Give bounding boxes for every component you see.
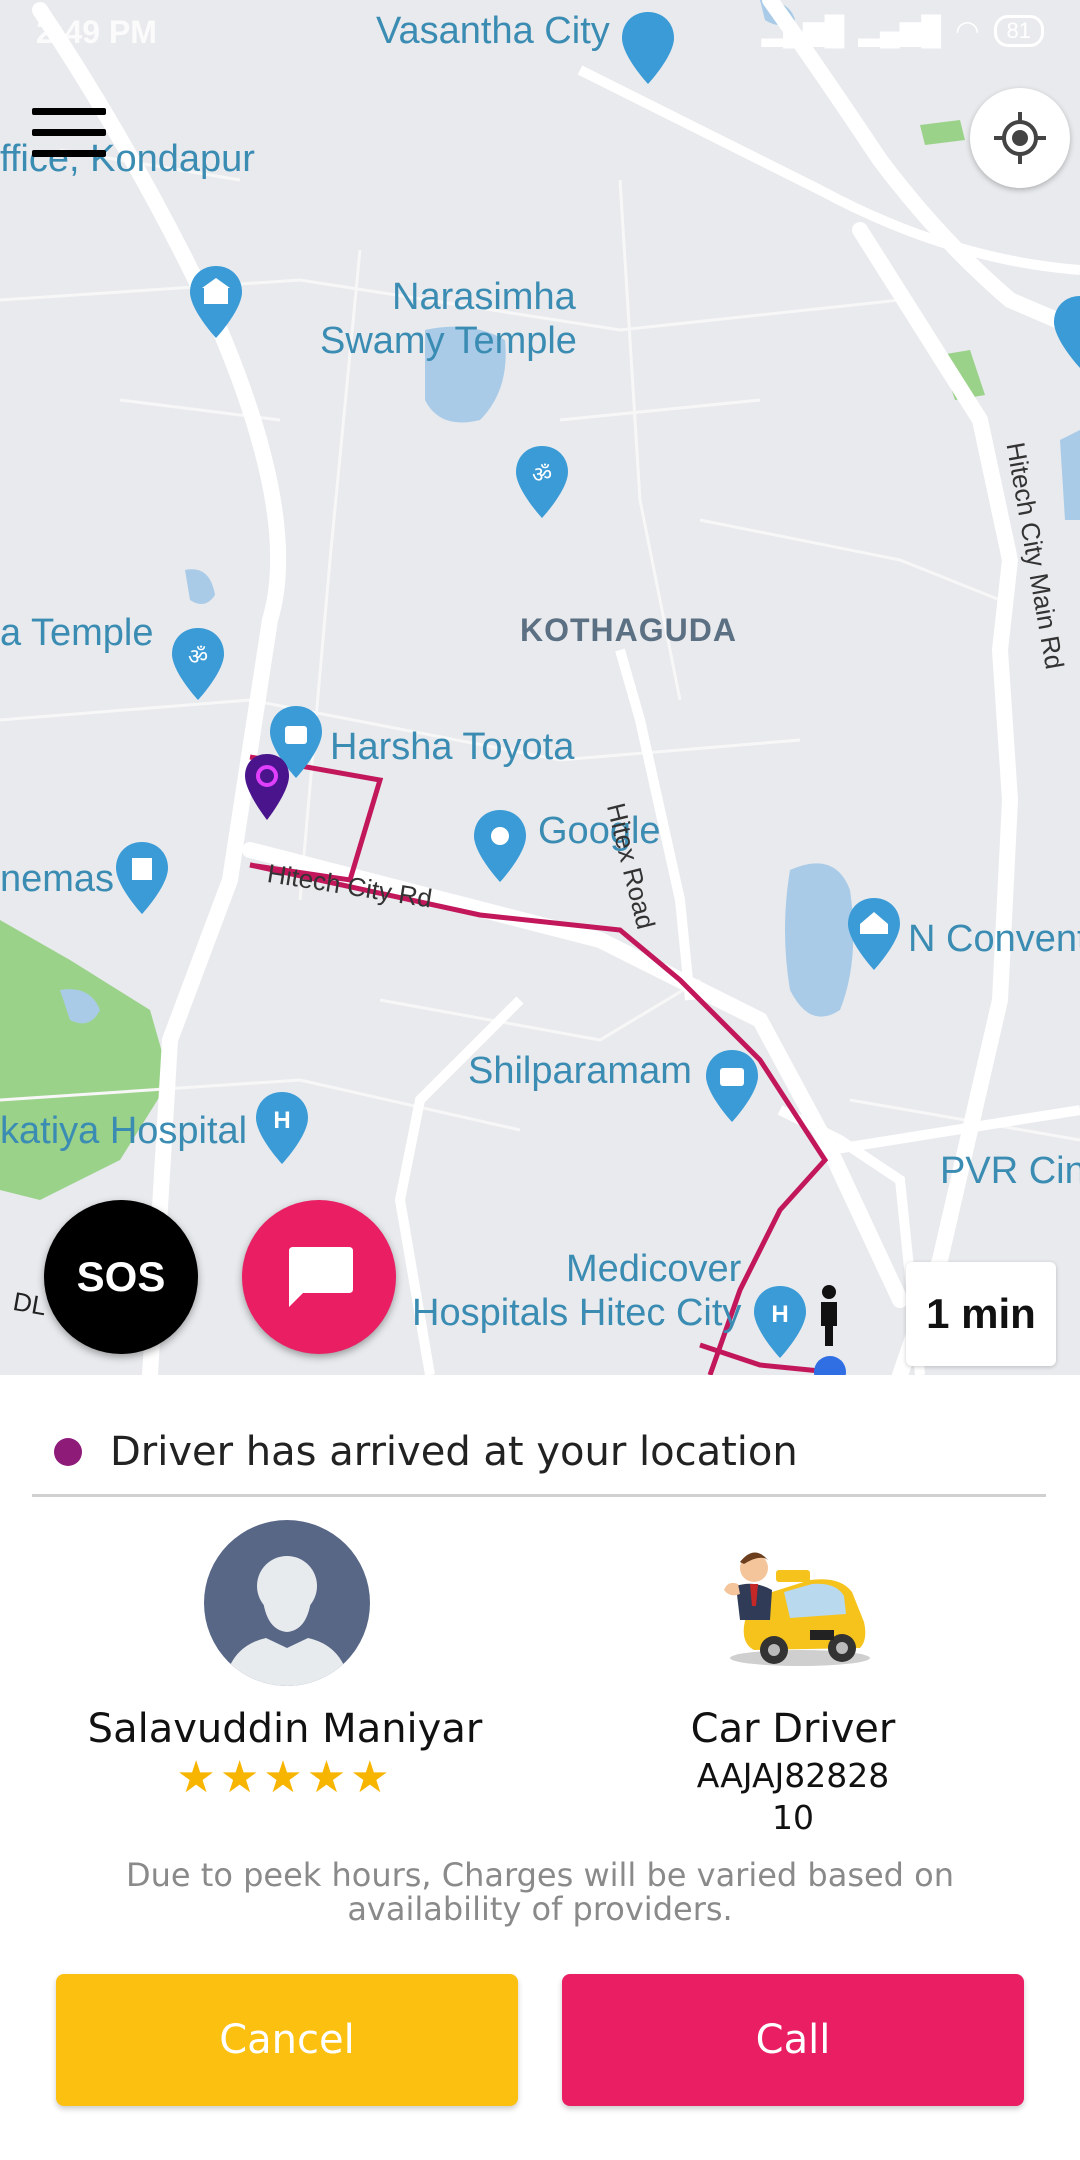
cinema-pin-icon[interactable] xyxy=(114,842,170,914)
temple-pin-icon[interactable]: ॐ xyxy=(514,446,570,518)
svg-text:H: H xyxy=(771,1301,788,1328)
eta-badge: 1 min xyxy=(906,1262,1056,1366)
hamburger-icon-line xyxy=(32,150,106,157)
map-label-pvr: PVR Cin xyxy=(940,1150,1080,1192)
map-label-hospital: katiya Hospital xyxy=(0,1110,248,1152)
map-label-medicover-2: Hospitals Hitec City xyxy=(412,1292,742,1334)
battery-icon: 81 xyxy=(993,14,1044,47)
map-label-narasimha-2: Swamy Temple xyxy=(320,320,577,362)
map-label-harsha-toyota: Harsha Toyota xyxy=(330,726,575,768)
trip-status: Driver has arrived at your location xyxy=(32,1410,1046,1497)
map-label-dl: DL xyxy=(10,1286,49,1322)
car-number: 10 xyxy=(772,1798,814,1837)
map-label-kothaguda: KOTHAGUDA xyxy=(520,612,737,648)
status-time: 2:49 PM xyxy=(36,14,157,50)
map-view[interactable]: Vasantha City ffice, Kondapur Narasimha … xyxy=(0,0,1080,1375)
driver-avatar xyxy=(204,1520,370,1686)
status-dot-icon xyxy=(54,1438,82,1466)
map-label-cinemas: nemas xyxy=(0,858,115,900)
cart-pin-icon[interactable] xyxy=(1048,296,1080,368)
lake-2 xyxy=(785,863,854,1017)
map-label-n-convent: N Convent xyxy=(908,918,1080,960)
my-location-button[interactable] xyxy=(970,88,1070,188)
temple-pin-icon-2[interactable]: ॐ xyxy=(170,628,226,700)
hospital-pin-icon-2[interactable]: H xyxy=(752,1286,808,1358)
chat-icon xyxy=(289,1247,353,1307)
map-label-medicover: Medicover xyxy=(566,1248,742,1290)
signal-icon-2: ▂▄▆█ xyxy=(858,15,942,46)
svg-text:ॐ: ॐ xyxy=(532,463,552,488)
cancel-button[interactable]: Cancel xyxy=(56,1974,518,2106)
crosshair-icon xyxy=(994,112,1046,164)
surge-note: Due to peek hours, Charges will be varie… xyxy=(125,1856,955,1928)
call-button[interactable]: Call xyxy=(562,1974,1024,2106)
school-pin-icon[interactable] xyxy=(846,898,902,970)
google-pin-icon[interactable] xyxy=(472,810,528,882)
map-base xyxy=(0,0,1080,1375)
map-label-shilparamam: Shilparamam xyxy=(468,1050,692,1092)
car-type: Car Driver xyxy=(690,1706,896,1752)
car-plate-number: AAJAJ82828 xyxy=(696,1756,890,1795)
sos-button[interactable]: SOS xyxy=(44,1200,198,1354)
person-icon xyxy=(224,1556,350,1686)
hospital-pin-icon[interactable]: H xyxy=(254,1092,310,1164)
taxi-driver-icon xyxy=(724,1552,870,1666)
menu-button[interactable] xyxy=(32,108,106,160)
hamburger-icon xyxy=(32,108,106,115)
pickup-marker-icon xyxy=(245,754,289,820)
wifi-icon: ◠ xyxy=(955,15,980,46)
driver-name: Salavuddin Maniyar xyxy=(87,1706,483,1752)
map-label-google: Google xyxy=(538,810,661,852)
hamburger-icon-line xyxy=(32,129,106,136)
map-label-narasimha: Narasimha xyxy=(392,276,576,318)
museum-pin-icon[interactable] xyxy=(188,266,244,338)
status-icons: ▂▄▆█ ▂▄▆█ ◠ 81 xyxy=(762,14,1044,47)
driver-marker-icon xyxy=(821,1285,837,1346)
signal-icon: ▂▄▆█ xyxy=(761,15,845,46)
camera-pin-icon[interactable] xyxy=(704,1050,760,1122)
trip-status-text: Driver has arrived at your location xyxy=(110,1429,798,1475)
status-bar: 2:49 PM ▂▄▆█ ▂▄▆█ ◠ 81 xyxy=(0,0,1080,70)
driver-rating-stars: ★★★★★ xyxy=(176,1752,394,1803)
svg-text:ॐ: ॐ xyxy=(188,645,208,670)
svg-text:H: H xyxy=(273,1107,290,1134)
map-label-temple: a Temple xyxy=(0,612,154,654)
chat-button[interactable] xyxy=(242,1200,396,1354)
